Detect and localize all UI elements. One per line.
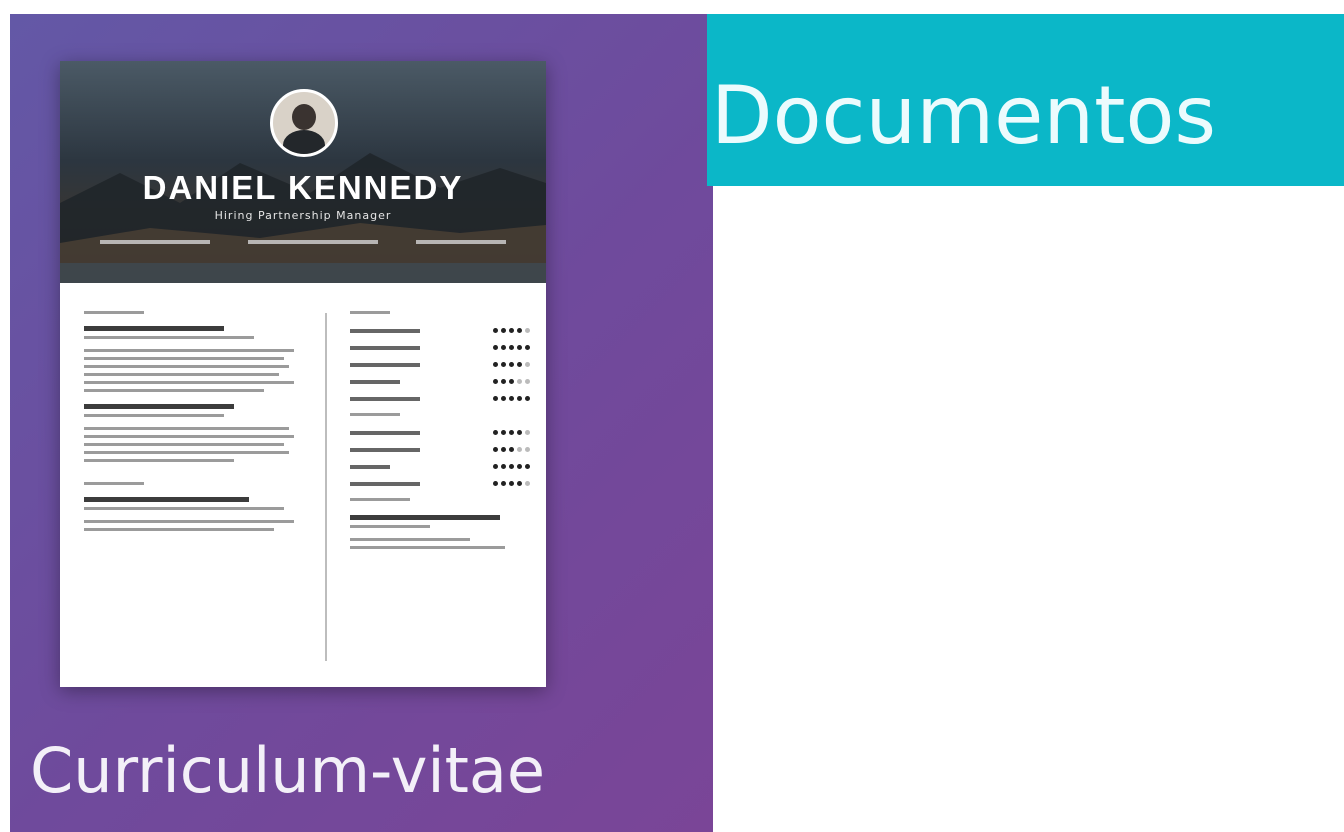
documentos-tile[interactable]: Documentos — [707, 14, 1344, 186]
resume-right-column — [350, 291, 530, 554]
resume-role: Hiring Partnership Manager — [214, 209, 392, 222]
documentos-label: Documentos — [711, 69, 1217, 162]
curriculum-vitae-tile[interactable]: DANIEL KENNEDY Hiring Partnership Manage… — [10, 14, 713, 832]
resume-name: DANIEL KENNEDY — [142, 169, 464, 206]
resume-contact-line — [100, 239, 506, 245]
curriculum-vitae-label: Curriculum-vitae — [30, 734, 546, 807]
resume-header-photo: DANIEL KENNEDY Hiring Partnership Manage… — [60, 61, 546, 283]
resume-left-column — [84, 291, 299, 536]
resume-column-divider — [325, 313, 327, 661]
profile-photo-avatar — [270, 89, 338, 157]
resume-thumbnail: DANIEL KENNEDY Hiring Partnership Manage… — [60, 61, 546, 687]
